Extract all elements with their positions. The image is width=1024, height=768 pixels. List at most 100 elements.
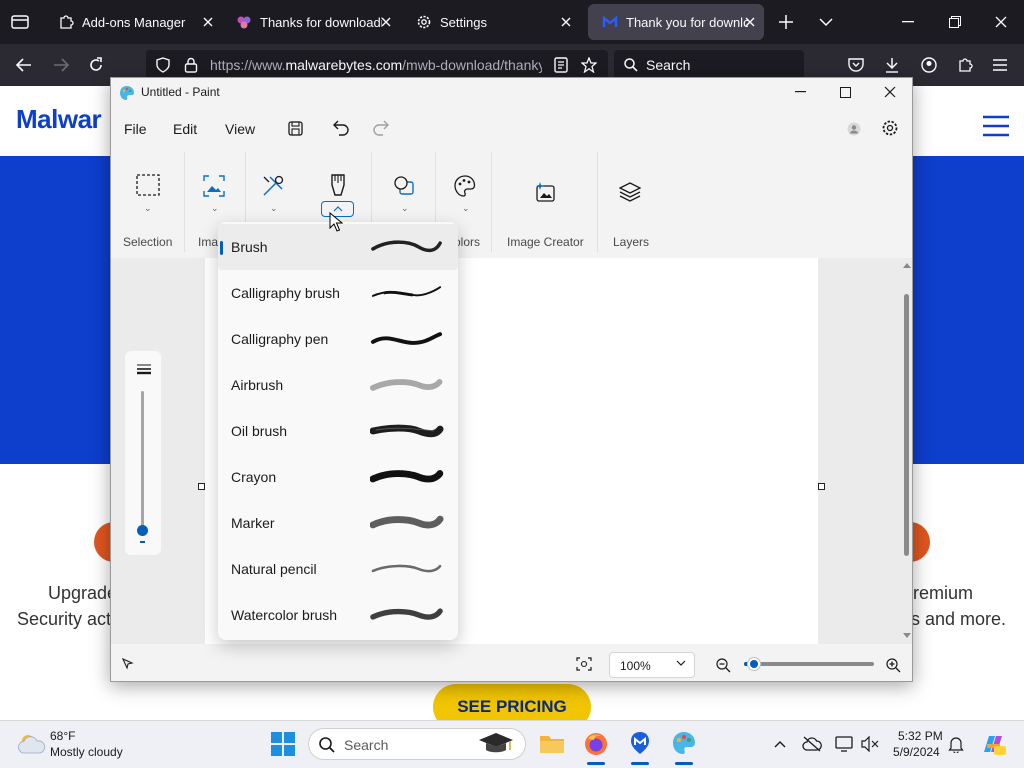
canvas-resize-handle-left[interactable] [198, 483, 205, 490]
brush-option-natural-pencil[interactable]: Natural pencil [218, 546, 458, 592]
chevron-down-icon[interactable]: ⌄ [462, 203, 470, 214]
scroll-up-icon[interactable] [902, 258, 912, 272]
url-text[interactable]: https://www.malwarebytes.com/mwb-downloa… [210, 57, 542, 73]
paint-taskbar-icon[interactable] [671, 730, 697, 756]
close-icon[interactable] [200, 14, 216, 30]
close-icon[interactable] [558, 14, 574, 30]
scroll-down-icon[interactable] [902, 630, 912, 642]
extensions-puzzle-icon[interactable] [955, 56, 975, 74]
notification-bell-icon[interactable] [947, 735, 965, 753]
chevron-down-icon[interactable]: ⌄ [270, 203, 278, 214]
paint-close-icon[interactable] [867, 78, 913, 106]
menu-edit[interactable]: Edit [173, 121, 197, 137]
tools-icon[interactable] [261, 174, 285, 198]
new-tab-icon[interactable] [776, 13, 796, 31]
weather-description[interactable]: Mostly cloudy [50, 745, 123, 759]
forward-arrow-icon[interactable] [51, 56, 71, 74]
brush-option-airbrush[interactable]: Airbrush [218, 362, 458, 408]
malwarebytes-installer-icon[interactable] [627, 730, 653, 756]
malwarebytes-logo[interactable]: Malwar [16, 104, 102, 135]
tab-thank-you-downloading[interactable]: Thank you for downloading [588, 4, 764, 40]
close-window-icon[interactable] [989, 13, 1013, 31]
layers-icon[interactable] [618, 180, 642, 204]
close-icon[interactable] [742, 14, 758, 30]
colors-palette-icon[interactable] [453, 174, 477, 198]
tab-thanks-downloading[interactable]: Thanks for downloading [222, 4, 400, 40]
reload-icon[interactable] [86, 56, 106, 74]
copilot-icon[interactable] [979, 731, 1007, 757]
watercolor-brush-stroke-preview-icon [370, 604, 444, 626]
weather-cloud-icon[interactable] [16, 731, 46, 757]
save-icon[interactable] [285, 118, 305, 138]
lock-icon[interactable] [182, 56, 200, 74]
download-icon[interactable] [882, 56, 902, 74]
undo-icon[interactable] [330, 118, 352, 138]
brush-option-oil-brush[interactable]: Oil brush [218, 408, 458, 454]
image-icon[interactable] [202, 174, 226, 198]
back-arrow-icon[interactable] [14, 56, 34, 74]
brush-option-calligraphy-brush[interactable]: Calligraphy brush [218, 270, 458, 316]
zoom-in-icon[interactable] [884, 656, 902, 674]
zoom-level-select[interactable]: 100% [609, 652, 695, 678]
tab-addons-manager[interactable]: Add-ons Manager [44, 4, 222, 40]
display-icon[interactable] [834, 735, 854, 753]
feature-text-right-1: remium [913, 583, 974, 603]
brush-option-crayon[interactable]: Crayon [218, 454, 458, 500]
system-tray-chevron-up-icon[interactable] [772, 736, 788, 752]
account-icon[interactable] [919, 56, 939, 74]
firefox-icon[interactable] [583, 731, 609, 757]
paint-maximize-icon[interactable] [822, 78, 868, 106]
menu-file[interactable]: File [124, 121, 147, 137]
chevron-down-icon[interactable]: ⌄ [401, 203, 409, 214]
taskbar-clock-date[interactable]: 5/9/2024 [893, 745, 940, 759]
close-icon[interactable] [378, 14, 394, 30]
brushes-icon[interactable] [327, 172, 349, 198]
reader-view-icon[interactable] [552, 56, 570, 74]
feature-text-left-1: Upgrade [48, 583, 118, 603]
canvas-resize-handle-right[interactable] [818, 483, 825, 490]
brush-option-marker[interactable]: Marker [218, 500, 458, 546]
brush-option-calligraphy-pen[interactable]: Calligraphy pen [218, 316, 458, 362]
tab-overview-icon[interactable] [10, 13, 30, 31]
tab-list-chevron-icon[interactable] [816, 13, 836, 31]
browser-search-bar[interactable] [614, 50, 804, 80]
graduation-cap-icon [476, 730, 516, 758]
paint-minimize-icon[interactable] [777, 78, 823, 106]
chevron-down-icon[interactable]: ⌄ [144, 203, 152, 214]
windows-start-icon[interactable] [270, 731, 296, 757]
oil-brush-stroke-preview-icon [369, 420, 444, 442]
brush-option-label: Natural pencil [231, 561, 317, 577]
weather-temperature[interactable]: 68°F [50, 729, 75, 743]
site-menu-icon[interactable] [982, 114, 1010, 138]
file-explorer-icon[interactable] [539, 732, 565, 756]
volume-muted-icon[interactable] [860, 735, 880, 753]
profile-avatar-icon[interactable] [845, 120, 863, 138]
brush-option-watercolor-brush[interactable]: Watercolor brush [218, 592, 458, 638]
zoom-slider-track[interactable] [744, 658, 874, 670]
restore-icon[interactable] [943, 13, 967, 31]
selection-icon[interactable] [135, 172, 161, 198]
zoom-out-icon[interactable] [714, 656, 732, 674]
ribbon-divider [184, 152, 185, 252]
brush-size-track[interactable] [141, 391, 144, 527]
minimize-icon[interactable] [896, 13, 920, 31]
taskbar-clock-time[interactable]: 5:32 PM [898, 729, 943, 743]
pointer-position-icon [121, 657, 135, 671]
chevron-down-icon[interactable]: ⌄ [211, 203, 219, 214]
pocket-icon[interactable] [846, 56, 866, 74]
shapes-icon[interactable] [392, 174, 416, 198]
brush-size-thumb[interactable] [137, 525, 148, 536]
hamburger-menu-icon[interactable] [990, 56, 1010, 74]
paint-app-icon [119, 85, 135, 101]
tab-label: Thanks for downloading [260, 14, 382, 30]
vertical-scrollbar[interactable] [904, 294, 909, 556]
menu-view[interactable]: View [225, 121, 255, 137]
image-creator-icon[interactable] [534, 180, 558, 204]
crayon-stroke-preview-icon [369, 466, 444, 488]
settings-gear-icon[interactable] [879, 117, 901, 139]
tab-settings[interactable]: Settings [402, 4, 580, 40]
fit-to-window-icon[interactable] [575, 655, 593, 673]
shield-icon[interactable] [154, 56, 172, 74]
bookmark-star-icon[interactable] [580, 56, 598, 74]
cloud-sync-icon[interactable] [802, 735, 822, 753]
